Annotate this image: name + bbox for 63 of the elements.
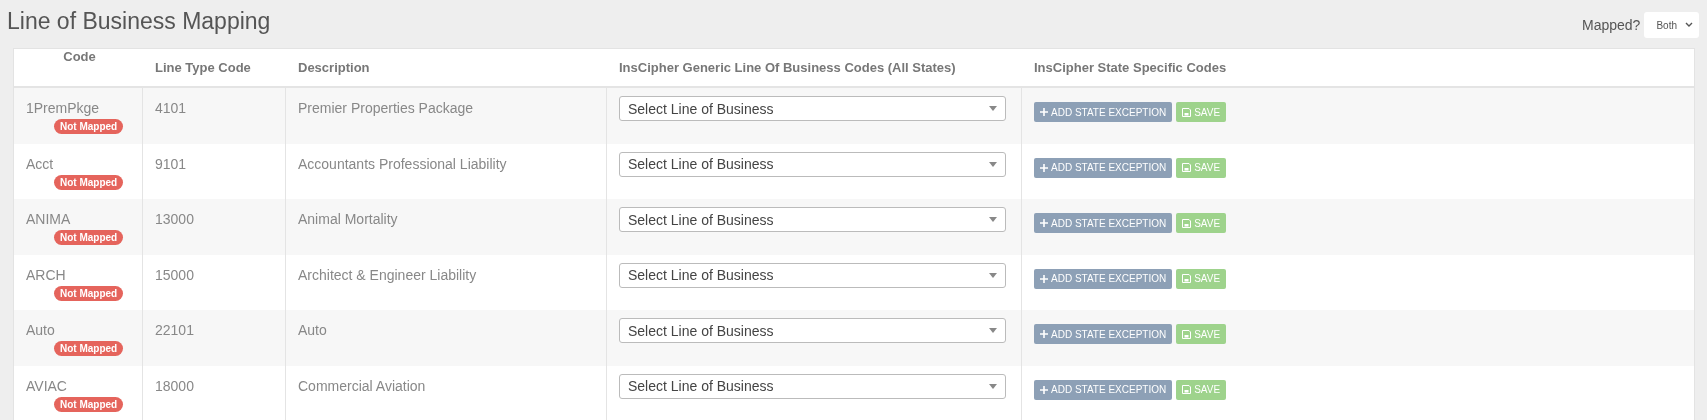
add-state-exception-button[interactable]: ADD STATE EXCEPTION	[1034, 379, 1173, 400]
column-header: Code	[63, 49, 96, 64]
code-text: Acct	[26, 155, 54, 172]
status-badge: Not Mapped	[54, 174, 124, 190]
save-button[interactable]: SAVE	[1176, 213, 1227, 233]
line-of-business-select[interactable]: Select Line of Business	[619, 151, 1006, 177]
save-button[interactable]: SAVE	[1176, 157, 1227, 178]
table-cell: Commercial Aviation	[298, 377, 426, 394]
column-header: Line Type Code	[155, 60, 251, 75]
column-header: InsCipher State Specific Codes	[1034, 60, 1227, 75]
caret-icon	[989, 161, 997, 167]
caret-icon	[989, 383, 997, 389]
table-cell: 4101	[155, 100, 187, 116]
code-text: 1PremPkge	[26, 100, 100, 116]
add-state-exception-button[interactable]: ADD STATE EXCEPTION	[1034, 324, 1173, 344]
status-badge: Not Mapped	[54, 285, 124, 301]
table-cell: 13000	[155, 211, 194, 227]
status-badge: Not Mapped	[54, 119, 124, 134]
column-header: Description	[298, 60, 370, 75]
caret-icon	[989, 328, 997, 333]
status-badge: Not Mapped	[54, 341, 124, 356]
table-cell: Accountants Professional Liability	[298, 155, 507, 172]
table-cell: 22101	[155, 322, 194, 338]
column-header: InsCipher Generic Line Of Business Codes (All States)	[619, 60, 956, 75]
line-of-business-select[interactable]: Select Line of Business	[619, 207, 1006, 232]
table-cell: Architect & Engineer Liability	[298, 266, 477, 283]
save-button[interactable]: SAVE	[1176, 268, 1227, 289]
table-cell: Animal Mortality	[298, 211, 398, 227]
table-cell: Premier Properties Package	[298, 100, 474, 116]
page-title: Line of Business Mapping	[7, 8, 271, 35]
plus-icon	[1040, 163, 1048, 172]
table-cell: 15000	[155, 266, 194, 283]
status-badge: Not Mapped	[54, 396, 124, 412]
save-button[interactable]: SAVE	[1176, 102, 1227, 122]
line-of-business-select[interactable]: Select Line of Business	[619, 373, 1006, 399]
caret-icon	[989, 217, 997, 222]
status-badge: Not Mapped	[54, 230, 124, 245]
table-cell: Auto	[298, 322, 327, 338]
plus-icon	[1040, 219, 1048, 227]
code-text: ARCH	[26, 266, 66, 283]
plus-icon	[1040, 385, 1048, 394]
line-of-business-select[interactable]: Select Line of Business	[619, 262, 1006, 288]
plus-icon	[1040, 274, 1048, 283]
add-state-exception-button[interactable]: ADD STATE EXCEPTION	[1034, 213, 1173, 233]
caret-icon	[989, 106, 997, 111]
code-text: Auto	[26, 322, 55, 338]
line-of-business-select[interactable]: Select Line of Business	[619, 96, 1006, 121]
add-state-exception-button[interactable]: ADD STATE EXCEPTION	[1034, 268, 1173, 289]
table-cell: 9101	[155, 155, 187, 172]
filter-label: Mapped?	[1582, 17, 1641, 33]
add-state-exception-button[interactable]: ADD STATE EXCEPTION	[1034, 157, 1173, 178]
add-state-exception-button[interactable]: ADD STATE EXCEPTION	[1034, 102, 1173, 122]
code-text: AVIAC	[26, 377, 67, 394]
plus-icon	[1040, 330, 1048, 338]
table-cell: 18000	[155, 377, 194, 394]
plus-icon	[1040, 108, 1048, 116]
save-button[interactable]: SAVE	[1176, 324, 1227, 344]
line-of-business-select[interactable]: Select Line of Business	[619, 318, 1006, 343]
mapped-dropdown[interactable]: Both	[1644, 12, 1699, 38]
chevron-icon	[1685, 22, 1693, 28]
caret-icon	[989, 272, 997, 278]
save-button[interactable]: SAVE	[1176, 379, 1227, 400]
code-text: ANIMA	[26, 211, 71, 227]
